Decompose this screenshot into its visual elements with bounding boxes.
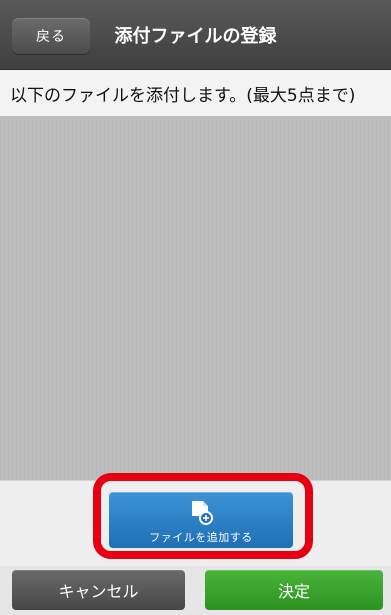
confirm-button[interactable]: 決定	[205, 570, 383, 610]
back-button-label: 戻る	[36, 29, 66, 45]
cancel-button[interactable]: キャンセル	[12, 570, 185, 610]
back-button[interactable]: 戻る	[12, 18, 90, 54]
header-bar: 戻る 添付ファイルの登録	[0, 0, 391, 70]
confirm-button-label: 決定	[277, 582, 310, 601]
highlight-annotation	[93, 473, 313, 559]
cancel-button-label: キャンセル	[58, 582, 139, 601]
footer-bar: キャンセル 決定	[0, 566, 391, 615]
instruction-text: 以下のファイルを添付します。(最大5点まで)	[0, 70, 391, 116]
attachment-list-area	[0, 116, 391, 480]
